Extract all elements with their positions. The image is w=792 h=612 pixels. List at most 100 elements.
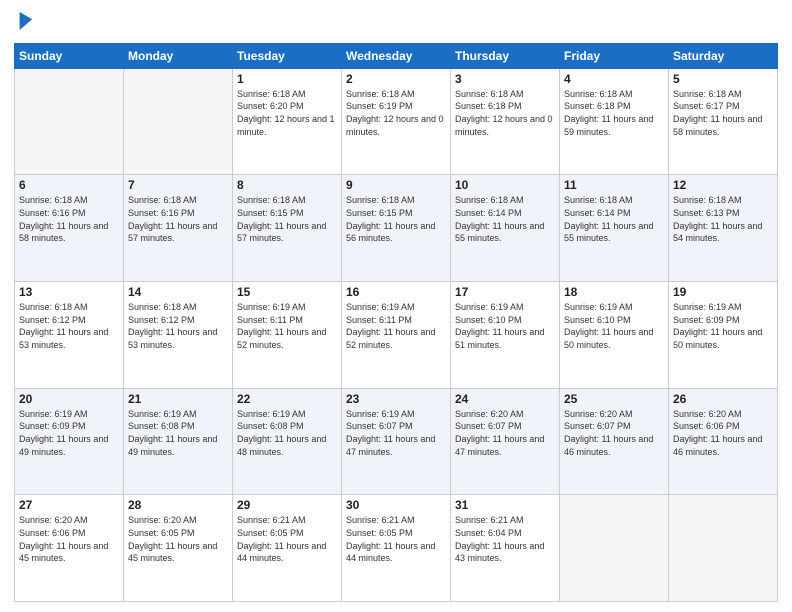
- calendar-cell: 10 Sunrise: 6:18 AMSunset: 6:14 PMDayligh…: [451, 175, 560, 282]
- day-number: 4: [564, 72, 664, 86]
- calendar-cell: 26 Sunrise: 6:20 AMSunset: 6:06 PMDayligh…: [669, 388, 778, 495]
- calendar-cell: 3 Sunrise: 6:18 AMSunset: 6:18 PMDaylight…: [451, 68, 560, 175]
- logo-icon: [16, 10, 34, 32]
- col-header-sunday: Sunday: [15, 43, 124, 68]
- calendar-cell: 6 Sunrise: 6:18 AMSunset: 6:16 PMDaylight…: [15, 175, 124, 282]
- day-number: 12: [673, 178, 773, 192]
- calendar-cell: 7 Sunrise: 6:18 AMSunset: 6:16 PMDaylight…: [124, 175, 233, 282]
- day-number: 25: [564, 392, 664, 406]
- day-number: 10: [455, 178, 555, 192]
- day-info: Sunrise: 6:19 AMSunset: 6:08 PMDaylight:…: [237, 408, 337, 458]
- calendar-week-row: 6 Sunrise: 6:18 AMSunset: 6:16 PMDaylight…: [15, 175, 778, 282]
- col-header-saturday: Saturday: [669, 43, 778, 68]
- calendar-cell: 29Sunrise: 6:21 AMSunset: 6:05 PMDayligh…: [233, 495, 342, 602]
- calendar-cell: 11Sunrise: 6:18 AMSunset: 6:14 PMDayligh…: [560, 175, 669, 282]
- calendar-cell: 12 Sunrise: 6:18 AMSunset: 6:13 PMDayligh…: [669, 175, 778, 282]
- day-info: Sunrise: 6:18 AMSunset: 6:15 PMDaylight:…: [237, 194, 337, 244]
- page-header: [14, 10, 778, 37]
- calendar-cell: 5 Sunrise: 6:18 AMSunset: 6:17 PMDaylight…: [669, 68, 778, 175]
- calendar-week-row: 27 Sunrise: 6:20 AMSunset: 6:06 PMDayligh…: [15, 495, 778, 602]
- day-info: Sunrise: 6:19 AMSunset: 6:11 PMDaylight:…: [237, 301, 337, 351]
- day-info: Sunrise: 6:19 AMSunset: 6:10 PMDaylight:…: [455, 301, 555, 351]
- calendar-cell: 31 Sunrise: 6:21 AMSunset: 6:04 PMDayligh…: [451, 495, 560, 602]
- day-number: 7: [128, 178, 228, 192]
- day-info: Sunrise: 6:20 AMSunset: 6:07 PMDaylight:…: [564, 408, 664, 458]
- calendar-cell: 9Sunrise: 6:18 AMSunset: 6:15 PMDaylight…: [342, 175, 451, 282]
- calendar-cell: 16 Sunrise: 6:19 AMSunset: 6:11 PMDayligh…: [342, 282, 451, 389]
- day-info: Sunrise: 6:18 AMSunset: 6:19 PMDaylight:…: [346, 88, 446, 138]
- day-info: Sunrise: 6:21 AMSunset: 6:05 PMDaylight:…: [346, 514, 446, 564]
- calendar-cell: 24 Sunrise: 6:20 AMSunset: 6:07 PMDayligh…: [451, 388, 560, 495]
- day-number: 2: [346, 72, 446, 86]
- calendar-cell: [124, 68, 233, 175]
- day-number: 20: [19, 392, 119, 406]
- day-info: Sunrise: 6:18 AMSunset: 6:14 PMDaylight:…: [455, 194, 555, 244]
- day-number: 9: [346, 178, 446, 192]
- col-header-friday: Friday: [560, 43, 669, 68]
- day-number: 11: [564, 178, 664, 192]
- day-info: Sunrise: 6:19 AMSunset: 6:09 PMDaylight:…: [673, 301, 773, 351]
- calendar-cell: 23Sunrise: 6:19 AMSunset: 6:07 PMDayligh…: [342, 388, 451, 495]
- calendar-cell: 18 Sunrise: 6:19 AMSunset: 6:10 PMDayligh…: [560, 282, 669, 389]
- calendar-cell: 8 Sunrise: 6:18 AMSunset: 6:15 PMDaylight…: [233, 175, 342, 282]
- day-number: 24: [455, 392, 555, 406]
- day-number: 27: [19, 498, 119, 512]
- day-info: Sunrise: 6:19 AMSunset: 6:10 PMDaylight:…: [564, 301, 664, 351]
- calendar-cell: 27 Sunrise: 6:20 AMSunset: 6:06 PMDayligh…: [15, 495, 124, 602]
- calendar-cell: 1 Sunrise: 6:18 AMSunset: 6:20 PMDaylight…: [233, 68, 342, 175]
- day-number: 18: [564, 285, 664, 299]
- day-number: 1: [237, 72, 337, 86]
- col-header-monday: Monday: [124, 43, 233, 68]
- calendar-cell: 14 Sunrise: 6:18 AMSunset: 6:12 PMDayligh…: [124, 282, 233, 389]
- calendar-cell: 25 Sunrise: 6:20 AMSunset: 6:07 PMDayligh…: [560, 388, 669, 495]
- calendar-cell: 28Sunrise: 6:20 AMSunset: 6:05 PMDayligh…: [124, 495, 233, 602]
- day-info: Sunrise: 6:18 AMSunset: 6:20 PMDaylight:…: [237, 88, 337, 138]
- col-header-thursday: Thursday: [451, 43, 560, 68]
- day-info: Sunrise: 6:18 AMSunset: 6:16 PMDaylight:…: [19, 194, 119, 244]
- day-number: 30: [346, 498, 446, 512]
- calendar-cell: [560, 495, 669, 602]
- calendar-table: SundayMondayTuesdayWednesdayThursdayFrid…: [14, 43, 778, 602]
- col-header-tuesday: Tuesday: [233, 43, 342, 68]
- day-info: Sunrise: 6:19 AMSunset: 6:07 PMDaylight:…: [346, 408, 446, 458]
- day-number: 31: [455, 498, 555, 512]
- day-number: 15: [237, 285, 337, 299]
- day-info: Sunrise: 6:21 AMSunset: 6:05 PMDaylight:…: [237, 514, 337, 564]
- day-info: Sunrise: 6:18 AMSunset: 6:18 PMDaylight:…: [455, 88, 555, 138]
- calendar-week-row: 1 Sunrise: 6:18 AMSunset: 6:20 PMDaylight…: [15, 68, 778, 175]
- day-number: 8: [237, 178, 337, 192]
- day-info: Sunrise: 6:18 AMSunset: 6:13 PMDaylight:…: [673, 194, 773, 244]
- day-info: Sunrise: 6:20 AMSunset: 6:06 PMDaylight:…: [673, 408, 773, 458]
- calendar-cell: 13Sunrise: 6:18 AMSunset: 6:12 PMDayligh…: [15, 282, 124, 389]
- day-number: 16: [346, 285, 446, 299]
- day-info: Sunrise: 6:21 AMSunset: 6:04 PMDaylight:…: [455, 514, 555, 564]
- day-info: Sunrise: 6:20 AMSunset: 6:07 PMDaylight:…: [455, 408, 555, 458]
- day-number: 13: [19, 285, 119, 299]
- day-number: 6: [19, 178, 119, 192]
- day-number: 22: [237, 392, 337, 406]
- day-number: 14: [128, 285, 228, 299]
- day-info: Sunrise: 6:18 AMSunset: 6:12 PMDaylight:…: [128, 301, 228, 351]
- logo: [14, 10, 34, 37]
- day-info: Sunrise: 6:18 AMSunset: 6:18 PMDaylight:…: [564, 88, 664, 138]
- day-number: 26: [673, 392, 773, 406]
- day-info: Sunrise: 6:19 AMSunset: 6:11 PMDaylight:…: [346, 301, 446, 351]
- day-info: Sunrise: 6:19 AMSunset: 6:09 PMDaylight:…: [19, 408, 119, 458]
- day-info: Sunrise: 6:20 AMSunset: 6:06 PMDaylight:…: [19, 514, 119, 564]
- day-info: Sunrise: 6:20 AMSunset: 6:05 PMDaylight:…: [128, 514, 228, 564]
- calendar-header-row: SundayMondayTuesdayWednesdayThursdayFrid…: [15, 43, 778, 68]
- day-info: Sunrise: 6:18 AMSunset: 6:16 PMDaylight:…: [128, 194, 228, 244]
- calendar-cell: 2 Sunrise: 6:18 AMSunset: 6:19 PMDaylight…: [342, 68, 451, 175]
- day-number: 17: [455, 285, 555, 299]
- day-info: Sunrise: 6:19 AMSunset: 6:08 PMDaylight:…: [128, 408, 228, 458]
- day-info: Sunrise: 6:18 AMSunset: 6:17 PMDaylight:…: [673, 88, 773, 138]
- calendar-cell: 15 Sunrise: 6:19 AMSunset: 6:11 PMDayligh…: [233, 282, 342, 389]
- day-number: 3: [455, 72, 555, 86]
- col-header-wednesday: Wednesday: [342, 43, 451, 68]
- calendar-week-row: 13 Sunrise: 6:18 AMSunset: 6:12 PMDayligh…: [15, 282, 778, 389]
- calendar-cell: [669, 495, 778, 602]
- day-number: 5: [673, 72, 773, 86]
- calendar-week-row: 20 Sunrise: 6:19 AMSunset: 6:09 PMDayligh…: [15, 388, 778, 495]
- day-number: 19: [673, 285, 773, 299]
- calendar-cell: 21Sunrise: 6:19 AMSunset: 6:08 PMDayligh…: [124, 388, 233, 495]
